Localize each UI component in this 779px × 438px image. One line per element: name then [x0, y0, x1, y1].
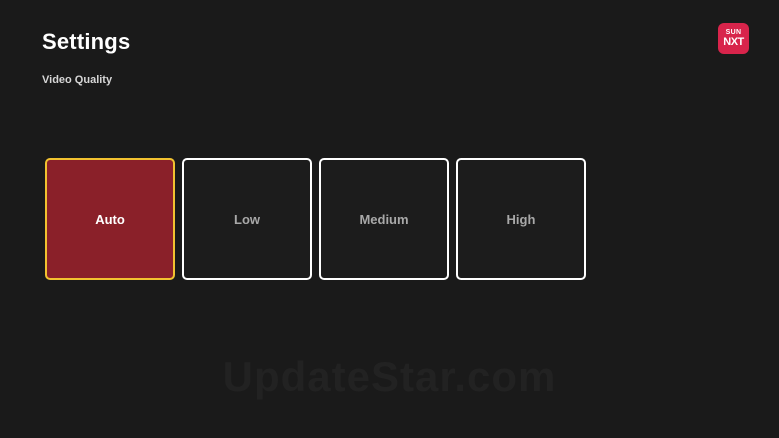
- logo-text-line2: NXT: [723, 36, 744, 48]
- page-title: Settings: [42, 29, 131, 54]
- logo-text-line1: SUN: [725, 29, 742, 36]
- quality-option-medium[interactable]: Medium: [319, 158, 449, 280]
- quality-option-label: Medium: [359, 211, 409, 227]
- quality-option-high[interactable]: High: [456, 158, 586, 280]
- watermark: UpdateStar.com: [222, 353, 557, 400]
- quality-option-label: High: [506, 211, 536, 227]
- section-label-video-quality: Video Quality: [42, 74, 113, 86]
- quality-option-label: Auto: [95, 211, 125, 227]
- quality-option-label: Low: [234, 211, 260, 227]
- quality-option-low[interactable]: Low: [182, 158, 312, 280]
- quality-option-auto[interactable]: Auto: [45, 158, 175, 280]
- video-quality-options: Auto Low Medium High: [45, 158, 586, 280]
- sun-nxt-logo: SUN NXT: [718, 23, 749, 54]
